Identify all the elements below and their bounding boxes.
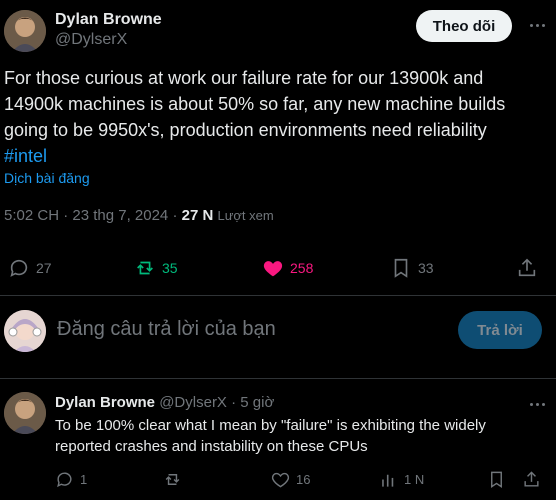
divider-bottom xyxy=(0,378,556,379)
share-icon[interactable] xyxy=(516,257,538,284)
reply-views-count: 1 N xyxy=(404,472,425,487)
bookmark-count: 33 xyxy=(418,260,434,276)
repost-icon xyxy=(137,261,153,275)
views-count: 27 N xyxy=(181,207,214,224)
author-handle[interactable]: @DylserX xyxy=(55,31,127,49)
divider-top xyxy=(0,295,556,296)
views-label: Lượt xem xyxy=(217,208,274,223)
reply-reply-count: 1 xyxy=(80,472,88,487)
author-name[interactable]: Dylan Browne xyxy=(55,11,162,29)
bookmark-icon xyxy=(394,258,408,278)
reply-author-avatar[interactable] xyxy=(4,392,46,434)
reply-icon xyxy=(10,259,28,277)
follow-button[interactable]: Theo dõi xyxy=(416,10,512,42)
hashtag-link[interactable]: #intel xyxy=(4,146,47,166)
views-icon xyxy=(382,474,394,487)
reply-author-handle[interactable]: @DylserX xyxy=(159,394,227,411)
reply-time[interactable]: · 5 giờ xyxy=(231,394,274,411)
reply-like-action[interactable]: 16 xyxy=(271,470,310,489)
user-avatar[interactable] xyxy=(4,310,46,352)
like-count: 258 xyxy=(290,260,314,276)
reply-share-icon[interactable] xyxy=(522,470,541,494)
reply-text: To be 100% clear what I mean by "failure… xyxy=(55,417,486,455)
reply-action[interactable]: 27 xyxy=(8,257,52,279)
like-action[interactable]: 258 xyxy=(262,257,313,279)
reply-input[interactable]: Đăng câu trả lời của bạn xyxy=(57,318,276,341)
repost-icon xyxy=(165,474,180,485)
repost-action[interactable]: 35 xyxy=(134,257,178,279)
timestamp[interactable]: 5:02 CH · 23 thg 7, 2024 · xyxy=(4,207,177,224)
more-options-icon[interactable] xyxy=(526,14,548,36)
tweet-meta: 5:02 CH · 23 thg 7, 2024 · 27 N Lượt xem xyxy=(4,207,274,224)
reply-like-count: 16 xyxy=(296,472,311,487)
bookmark-action[interactable]: 33 xyxy=(390,257,434,279)
reply-repost-action[interactable] xyxy=(163,470,182,489)
reply-button[interactable]: Trả lời xyxy=(458,311,542,349)
heart-icon xyxy=(263,261,283,277)
tweet-text-main: For those curious at work our failure ra… xyxy=(4,68,506,140)
reply-count: 27 xyxy=(36,260,52,276)
repost-count: 35 xyxy=(162,260,178,276)
reply-bookmark-icon[interactable] xyxy=(487,470,506,494)
reply-views-action[interactable]: 1 N xyxy=(379,470,424,489)
reply-reply-action[interactable]: 1 xyxy=(55,470,87,489)
reply-header: Dylan Browne @DylserX · 5 giờ xyxy=(55,394,274,411)
reply-icon xyxy=(57,472,72,488)
author-avatar[interactable] xyxy=(4,10,46,52)
reply-more-options-icon[interactable] xyxy=(526,396,548,412)
translate-link[interactable]: Dịch bài đăng xyxy=(4,170,90,186)
tweet-text: For those curious at work our failure ra… xyxy=(4,65,544,169)
reply-author-name[interactable]: Dylan Browne xyxy=(55,394,155,411)
heart-outline-icon xyxy=(271,472,290,488)
